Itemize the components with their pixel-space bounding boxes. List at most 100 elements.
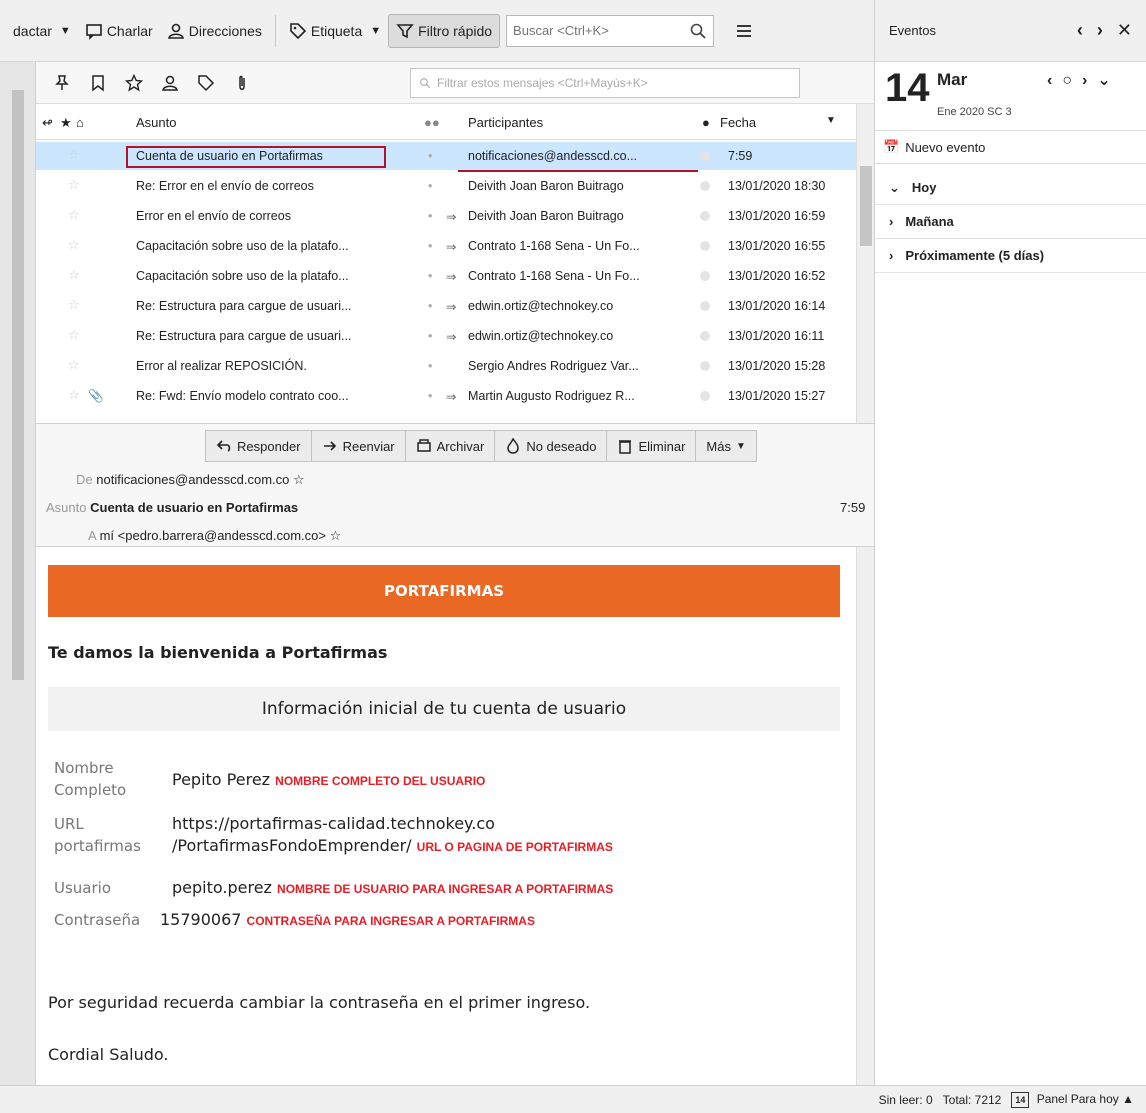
contact-filter-toggle[interactable] (152, 68, 188, 98)
junk-status-icon[interactable] (700, 181, 710, 191)
star-icon[interactable]: ☆ (68, 207, 80, 223)
delete-button[interactable]: Eliminar (606, 430, 697, 462)
address-book-button[interactable]: Direcciones (160, 14, 269, 48)
read-status-icon[interactable]: • (428, 209, 432, 223)
more-button[interactable]: Más ▼ (695, 430, 757, 462)
total-count: Total: 7212 (942, 1092, 1002, 1107)
table-row[interactable]: ☆ Re: Estructura para cargue de usuari..… (36, 322, 856, 350)
forward-button[interactable]: Reenviar (310, 430, 406, 462)
junk-status-icon[interactable] (700, 271, 710, 281)
read-status-icon[interactable]: • (428, 239, 432, 253)
chevron-left-icon[interactable]: ‹ (1077, 20, 1083, 41)
star-icon[interactable]: ☆ (68, 237, 80, 253)
read-status-icon[interactable]: • (428, 329, 432, 343)
read-column-icon[interactable]: ●● (424, 115, 440, 130)
column-date[interactable]: Fecha (720, 115, 756, 130)
to-value[interactable]: mí <pedro.barrera@andesscd.com.co> (100, 528, 326, 543)
read-status-icon[interactable]: • (428, 149, 432, 163)
table-row[interactable]: ☆ Error en el envío de correos • ⇒ Deivi… (36, 202, 856, 230)
junk-status-icon[interactable] (700, 361, 710, 371)
url-value-line[interactable]: https://portafirmas-calidad.technokey.co (172, 813, 613, 835)
message-participant: Contrato 1-168 Sena - Un Fo... (468, 269, 640, 283)
sticky-filter-toggle[interactable] (44, 68, 80, 98)
star-icon[interactable]: ☆ (68, 387, 80, 403)
scrollbar-thumb[interactable] (860, 166, 872, 246)
read-status-icon[interactable]: • (428, 389, 432, 403)
write-button[interactable]: dactar ▼ (6, 14, 78, 48)
chevron-right-icon[interactable]: › (1097, 20, 1103, 41)
message-subject: Error en el envío de correos (136, 209, 291, 223)
delete-label: Eliminar (638, 438, 686, 454)
star-icon[interactable]: ☆ (68, 327, 80, 343)
tag-button[interactable]: Etiqueta ▼ (282, 14, 388, 48)
archive-button[interactable]: Archivar (404, 430, 496, 462)
today-pane-toggle[interactable]: 14 Panel Para hoy ▲ (1011, 1091, 1134, 1108)
star-icon[interactable]: ☆ (68, 147, 80, 163)
new-event-button[interactable]: 📅 Nuevo evento (875, 130, 1146, 164)
today-section[interactable]: ⌄ Hoy (889, 180, 936, 196)
search-icon[interactable] (689, 22, 707, 40)
column-subject[interactable]: Asunto (136, 115, 176, 130)
chat-button[interactable]: Charlar (78, 14, 160, 48)
message-participant: Martin Augusto Rodriguez R... (468, 389, 635, 403)
read-status-icon[interactable]: • (428, 179, 432, 193)
star-icon[interactable]: ☆ (330, 528, 342, 543)
star-icon[interactable]: ☆ (68, 357, 80, 373)
junk-status-icon[interactable] (700, 151, 710, 161)
folder-pane-scrollbar[interactable] (0, 62, 36, 1085)
starred-filter-toggle[interactable] (116, 68, 152, 98)
star-icon[interactable]: ☆ (293, 472, 305, 487)
column-participants[interactable]: Participantes (468, 115, 543, 130)
unread-filter-toggle[interactable] (80, 68, 116, 98)
forward-label: Reenviar (342, 438, 395, 454)
message-list[interactable]: ☆ Cuenta de usuario en Portafirmas • not… (36, 140, 856, 423)
thread-column-icon[interactable]: ↫ (42, 115, 53, 131)
from-value[interactable]: notificaciones@andesscd.com.co (96, 472, 289, 487)
highlight-box (126, 146, 386, 168)
junk-button[interactable]: No deseado (494, 430, 608, 462)
message-list-scrollbar[interactable] (856, 104, 874, 423)
read-status-icon[interactable]: • (428, 269, 432, 283)
column-picker-icon[interactable]: ▼ (826, 115, 836, 126)
junk-status-icon[interactable] (700, 331, 710, 341)
junk-status-icon[interactable] (700, 301, 710, 311)
junk-status-icon[interactable] (700, 241, 710, 251)
chevron-up-icon: ▲ (1122, 1091, 1134, 1106)
attachment-filter-toggle[interactable] (224, 68, 260, 98)
tomorrow-section[interactable]: › Mañana (889, 214, 954, 229)
table-row[interactable]: ☆ Error al realizar REPOSICIÓN. • Sergio… (36, 352, 856, 380)
read-status-icon[interactable]: • (428, 299, 432, 313)
table-row[interactable]: ☆ Capacitación sobre uso de la platafo..… (36, 262, 856, 290)
scrollbar-thumb[interactable] (12, 90, 24, 680)
table-row[interactable]: ☆ Re: Error en el envío de correos • Dei… (36, 172, 856, 200)
reply-button[interactable]: Responder (205, 430, 312, 462)
junk-column-icon[interactable]: ● (702, 115, 710, 130)
close-icon[interactable]: ✕ (1117, 20, 1132, 41)
star-icon[interactable]: ☆ (68, 267, 80, 283)
table-row[interactable]: ☆ Capacitación sobre uso de la platafo..… (36, 232, 856, 260)
tag-filter-toggle[interactable] (188, 68, 224, 98)
star-icon[interactable]: ☆ (68, 297, 80, 313)
read-status-icon[interactable]: • (428, 359, 432, 373)
date-controls[interactable]: ‹○›⌄ (1047, 70, 1121, 90)
url-value-line[interactable]: /PortafirmasFondoEmprender/ (172, 836, 412, 855)
junk-status-icon[interactable] (700, 391, 710, 401)
message-body-scrollbar[interactable] (856, 547, 874, 1085)
search-box[interactable] (506, 14, 715, 47)
message-filter-input[interactable]: Filtrar estos mensajes <Ctrl+Mayús+K> (410, 67, 800, 98)
upcoming-section[interactable]: › Próximamente (5 días) (889, 248, 1044, 263)
star-column-icon[interactable]: ★ (60, 115, 72, 131)
chevron-down-icon[interactable]: ▼ (60, 25, 71, 37)
table-row[interactable]: ☆ 📎 Re: Fwd: Envío modelo contrato coo..… (36, 382, 856, 410)
url-value[interactable]: https://portafirmas-calidad.technokey.co… (172, 813, 613, 858)
table-row[interactable]: ☆ Re: Estructura para cargue de usuari..… (36, 292, 856, 320)
message-subject: Re: Fwd: Envío modelo contrato coo... (136, 389, 349, 403)
today-label: Hoy (911, 180, 937, 195)
attachment-column-icon[interactable]: ⌂ (76, 115, 84, 130)
quick-filter-button[interactable]: Filtro rápido (388, 13, 501, 48)
search-input[interactable] (513, 23, 690, 38)
star-icon[interactable]: ☆ (68, 177, 80, 193)
password-value: 15790067 (160, 910, 242, 929)
app-menu-button[interactable] (728, 14, 760, 48)
junk-status-icon[interactable] (700, 211, 710, 221)
